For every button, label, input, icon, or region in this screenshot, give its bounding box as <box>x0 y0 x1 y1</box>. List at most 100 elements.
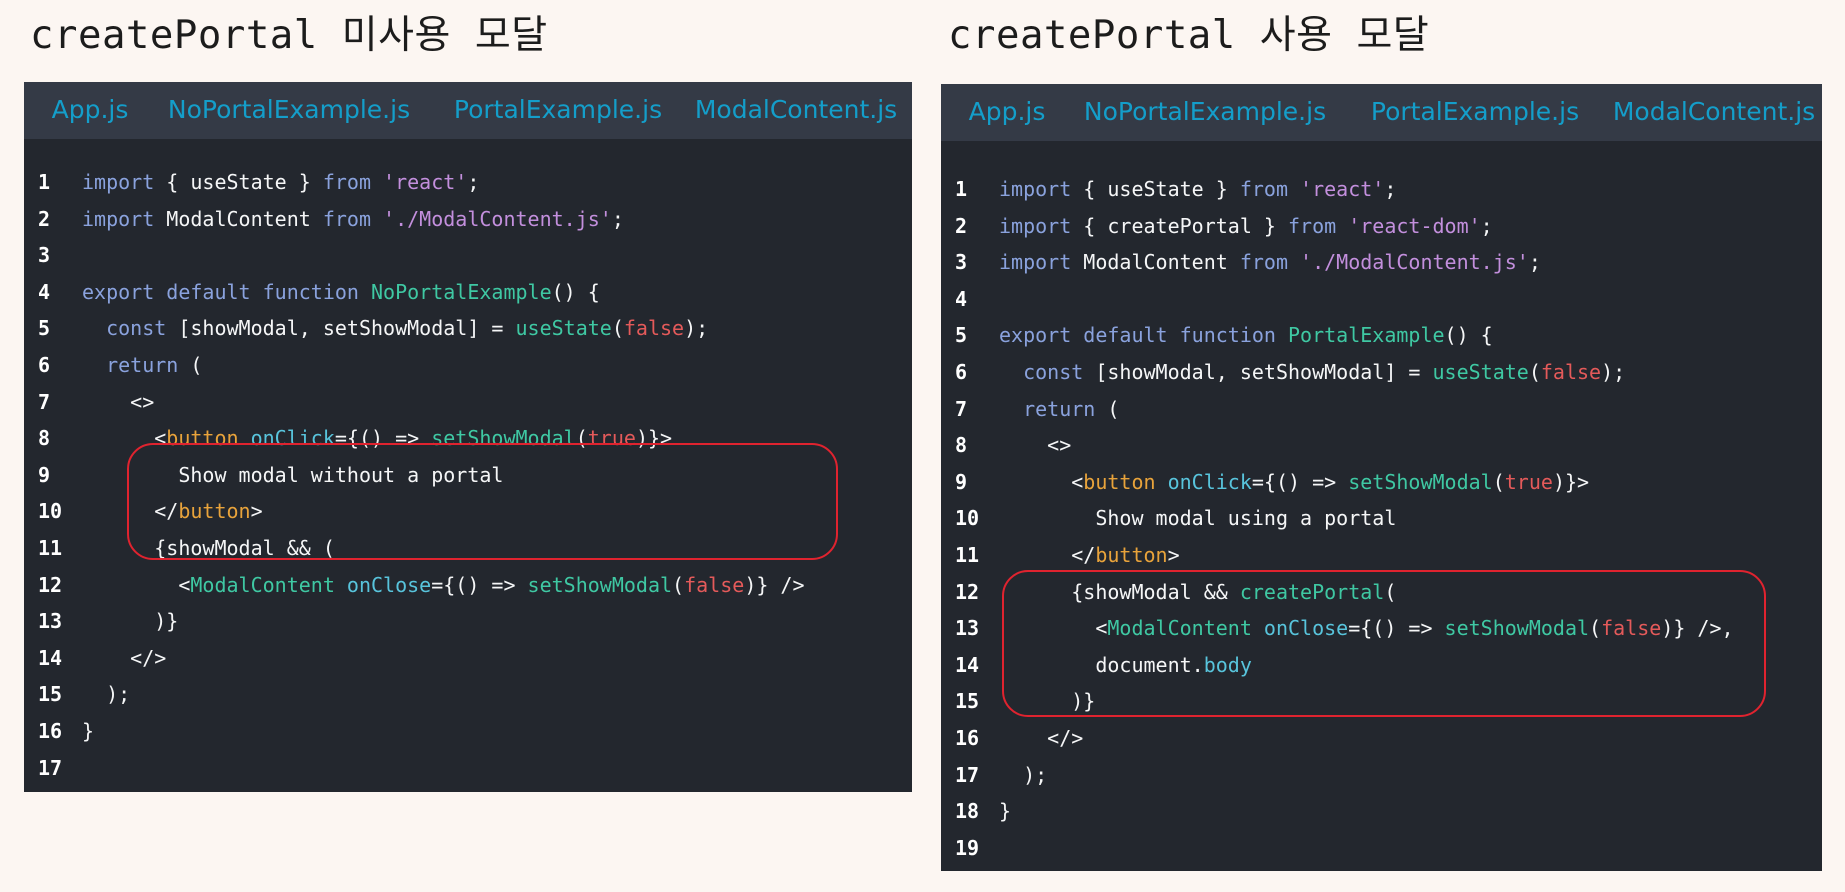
code-line: 1 import { useState } from 'react'; <box>24 164 912 201</box>
code-line: 17 <box>24 750 912 787</box>
code-editor[interactable]: 1 import { useState } from 'react'; 2 impor… <box>24 164 912 786</box>
code-text: const [showModal, setShowModal] = useSta… <box>82 310 708 347</box>
line-number: 17 <box>955 762 980 787</box>
code-text: return ( <box>82 347 202 384</box>
code-line: 16 </> <box>941 720 1822 757</box>
code-token: createPortal <box>1239 579 1385 604</box>
code-token: { useState } <box>1071 177 1240 201</box>
line-number: 3 <box>955 250 968 275</box>
code-token: from <box>1239 177 1288 201</box>
line-number: 18 <box>955 799 980 824</box>
line-number: 9 <box>955 469 968 494</box>
code-text: ); <box>999 757 1047 794</box>
code-token: 'react-dom' <box>1348 213 1481 238</box>
code-text: <ModalContent onClose={() => setShowModa… <box>82 567 804 604</box>
code-token: )} <box>82 609 179 634</box>
line-number: 14 <box>955 652 980 677</box>
line-number: 12 <box>955 579 980 604</box>
line-number: 15 <box>38 682 63 707</box>
line-number: 19 <box>955 835 980 860</box>
code-token: './ModalContent.js' <box>1300 250 1529 275</box>
code-token: import <box>999 177 1072 201</box>
file-tabs: App.js NoPortalExample.js PortalExample.… <box>941 84 1822 141</box>
code-token: {showModal && ( <box>82 535 335 560</box>
code-token: true <box>1504 469 1553 494</box>
code-line: 5 const [showModal, setShowModal] = useS… <box>24 310 912 347</box>
code-text: } <box>82 713 94 750</box>
code-token: ; <box>1480 213 1493 238</box>
code-token: [showModal, setShowModal] = <box>166 316 516 341</box>
line-number: 13 <box>38 609 63 634</box>
code-token: import <box>999 250 1072 275</box>
code-token: button <box>1095 542 1168 567</box>
code-line: 4 export default function NoPortalExample… <box>24 274 912 311</box>
code-line: 8 <> <box>941 427 1822 464</box>
code-token: ; <box>467 170 480 194</box>
code-token: ( <box>611 316 624 341</box>
code-token: return <box>1023 396 1096 421</box>
code-text: <> <box>999 427 1071 464</box>
code-token: NoPortalExample <box>371 279 552 304</box>
code-token: PortalExample <box>1288 323 1445 348</box>
line-number: 11 <box>38 535 63 560</box>
code-line: 10 </button> <box>24 493 912 530</box>
code-token: < <box>999 469 1084 494</box>
tab-app-js[interactable]: App.js <box>36 82 144 136</box>
code-token: 'react' <box>1300 177 1385 201</box>
code-line: 8 <button onClick={() => setShowModal(tr… <box>24 420 912 457</box>
tab-portal-example-js[interactable]: PortalExample.js <box>434 82 682 136</box>
code-token: ( <box>1589 616 1602 641</box>
code-token: ); <box>82 682 131 707</box>
file-tabs: App.js NoPortalExample.js PortalExample.… <box>24 82 912 139</box>
code-token: button <box>1083 469 1156 494</box>
code-text: const [showModal, setShowModal] = useSta… <box>999 354 1625 391</box>
code-token: false <box>623 316 685 341</box>
code-text: Show modal without a portal <box>82 457 503 494</box>
line-number: 10 <box>955 506 980 531</box>
line-number: 17 <box>38 755 63 780</box>
code-line: 1 import { useState } from 'react'; <box>941 171 1822 208</box>
code-token: onClick <box>250 426 335 451</box>
tab-no-portal-example-js[interactable]: NoPortalExample.js <box>144 82 434 136</box>
line-number: 14 <box>38 645 63 670</box>
code-token: ( <box>1492 469 1505 494</box>
code-text: )} <box>82 603 178 640</box>
line-number: 9 <box>38 462 51 487</box>
code-line: 9 Show modal without a portal <box>24 457 912 494</box>
line-number: 16 <box>38 718 63 743</box>
code-text: </> <box>82 640 166 677</box>
tab-no-portal-example-js[interactable]: NoPortalExample.js <box>1061 84 1349 138</box>
code-token: from <box>322 170 371 194</box>
code-token: <> <box>82 389 155 414</box>
code-token: ); <box>1601 359 1626 384</box>
code-token: import <box>82 206 155 231</box>
code-token: } <box>999 799 1012 824</box>
line-number: 2 <box>38 206 51 231</box>
tab-modal-content-js[interactable]: ModalContent.js <box>682 82 910 136</box>
tab-portal-example-js[interactable]: PortalExample.js <box>1341 84 1609 138</box>
code-token: ={() => <box>431 572 528 597</box>
code-line: 2 import { createPortal } from 'react-dom… <box>941 208 1822 245</box>
line-number: 11 <box>955 542 980 567</box>
code-token: true <box>587 426 636 451</box>
code-token: const <box>106 316 167 341</box>
tab-app-js[interactable]: App.js <box>953 84 1061 138</box>
line-number: 4 <box>38 279 51 304</box>
code-token: ( <box>1384 579 1397 604</box>
code-token: Show modal without a portal <box>82 462 504 487</box>
code-line: 14 document.body <box>941 647 1822 684</box>
code-text: <button onClick={() => setShowModal(true… <box>999 464 1589 501</box>
code-token: )}> <box>635 426 673 451</box>
code-token: 'react' <box>383 170 468 194</box>
code-editor[interactable]: 1 import { useState } from 'react'; 2 impor… <box>941 171 1822 866</box>
code-text: {showModal && createPortal( <box>999 574 1396 611</box>
code-line: 3 <box>24 237 912 274</box>
code-token: import <box>82 170 155 194</box>
code-token: setShowModal <box>431 426 576 451</box>
code-token: () { <box>551 279 600 304</box>
tab-modal-content-js[interactable]: ModalContent.js <box>1609 84 1819 138</box>
